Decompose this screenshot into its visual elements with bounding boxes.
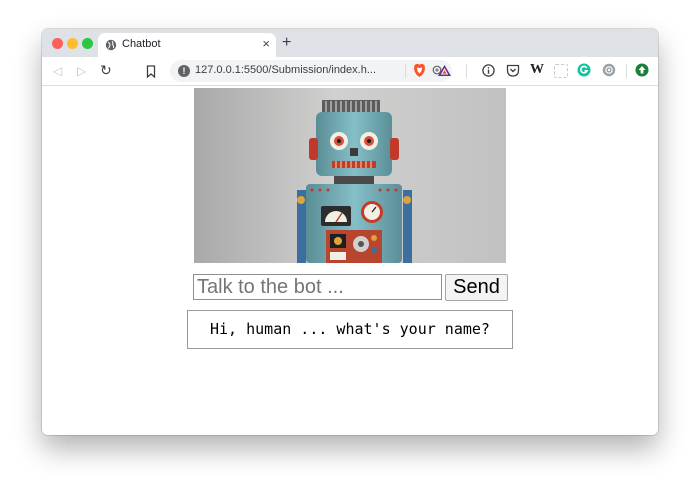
bot-reply: Hi, human ... what's your name?	[187, 310, 513, 349]
zoom-window-button[interactable]	[82, 38, 93, 49]
page-content: Send Hi, human ... what's your name?	[42, 86, 658, 435]
grammarly-icon[interactable]	[577, 63, 591, 77]
tab-title: Chatbot	[122, 38, 161, 50]
address-url[interactable]: 127.0.0.1:5500/Submission/index.h...	[195, 64, 376, 76]
toolbar-divider	[626, 64, 627, 78]
close-window-button[interactable]	[52, 38, 63, 49]
send-button[interactable]: Send	[445, 274, 508, 301]
tab-bar: Chatbot × +	[42, 29, 658, 57]
globe-icon	[105, 39, 117, 51]
chat-input[interactable]	[193, 274, 442, 300]
extension-icon[interactable]	[602, 63, 616, 77]
tab-chatbot[interactable]: Chatbot ×	[98, 33, 276, 57]
browser-toolbar: ◁ ▷ ↻ ! 127.0.0.1:5500/Submission/index.…	[42, 57, 658, 86]
toolbar-divider	[466, 64, 467, 78]
toolbar-divider	[405, 64, 406, 78]
tab-close-button[interactable]: ×	[262, 36, 270, 51]
pocket-icon[interactable]	[506, 64, 520, 77]
robot-image	[194, 88, 506, 263]
wikipedia-icon[interactable]: W	[530, 62, 544, 78]
address-bar[interactable]: ! 127.0.0.1:5500/Submission/index.h...	[170, 60, 452, 82]
new-tab-button[interactable]: +	[282, 34, 291, 52]
minimize-window-button[interactable]	[67, 38, 78, 49]
brave-rewards-icon[interactable]	[437, 64, 452, 77]
info-icon[interactable]	[482, 64, 495, 77]
brave-shields-icon[interactable]	[413, 63, 426, 78]
back-button[interactable]: ◁	[53, 63, 62, 79]
reload-button[interactable]: ↻	[100, 62, 112, 78]
browser-window: Chatbot × + ◁ ▷ ↻ ! 127.0.0.1:5500/Submi…	[42, 29, 658, 435]
forward-button[interactable]: ▷	[77, 63, 86, 79]
blank-extension-icon[interactable]	[554, 64, 568, 78]
site-info-icon[interactable]: !	[178, 65, 190, 77]
bookmark-icon[interactable]	[146, 65, 156, 78]
profile-icon[interactable]	[635, 63, 649, 77]
